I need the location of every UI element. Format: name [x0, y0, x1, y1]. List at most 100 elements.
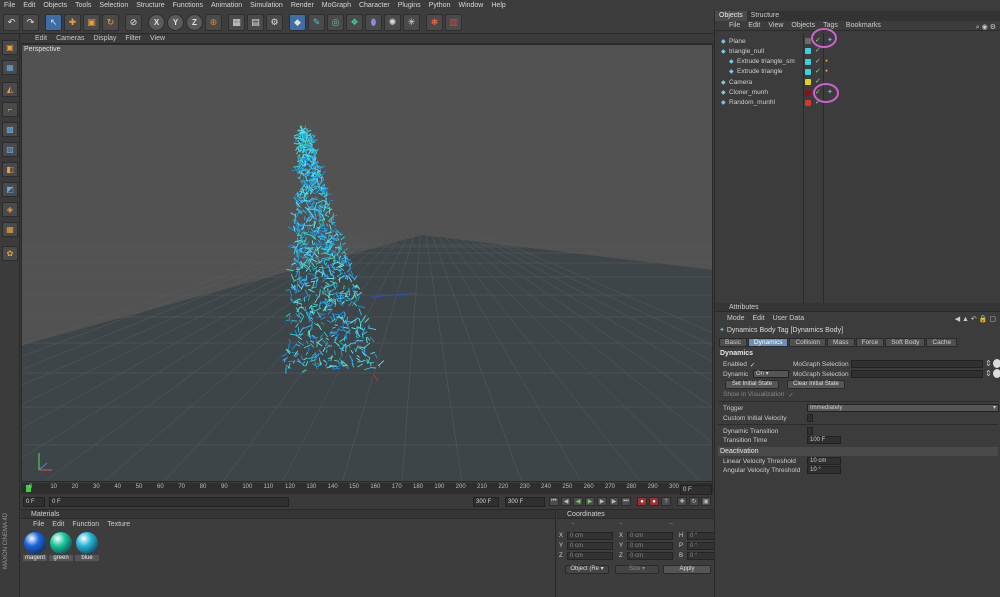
menu-animation[interactable]: Animation: [211, 2, 242, 9]
object-layer-color[interactable]: [805, 89, 811, 96]
menu-objects[interactable]: Objects: [43, 2, 67, 9]
object-layer-color[interactable]: [805, 68, 811, 75]
object-search-icon[interactable]: ⌕ ◉ ⚙: [976, 23, 996, 32]
materials-menu-file[interactable]: File: [33, 521, 44, 528]
custom-velocity-checkbox[interactable]: [807, 414, 813, 422]
current-frame-field[interactable]: 0 F: [680, 485, 712, 495]
menu-window[interactable]: Window: [458, 2, 483, 9]
menu-plugins[interactable]: Plugins: [398, 2, 421, 9]
prev-frame-icon[interactable]: ◀: [573, 497, 583, 506]
apply-button[interactable]: Apply: [663, 565, 711, 574]
menu-character[interactable]: Character: [359, 2, 390, 9]
viewport-menu-view[interactable]: View: [150, 35, 165, 42]
enabled-checkbox[interactable]: ✓: [750, 361, 755, 369]
menu-tools[interactable]: Tools: [75, 2, 91, 9]
show-visualization-checkbox[interactable]: ✓: [788, 391, 793, 399]
object-row[interactable]: ◆ Random_munhl ✓: [715, 98, 1000, 108]
texture-mode-icon[interactable]: ◭: [2, 82, 18, 97]
live-select-icon[interactable]: ⊘: [125, 13, 142, 31]
viewport-menu-display[interactable]: Display: [93, 35, 116, 42]
object-layer-color[interactable]: [805, 58, 811, 65]
record-icon[interactable]: ●: [637, 497, 647, 506]
make-editable-icon[interactable]: ▣: [2, 40, 18, 55]
min-frame-field[interactable]: 0 F: [49, 497, 289, 507]
material-swatch[interactable]: blue: [75, 532, 99, 561]
z-axis-icon[interactable]: Z: [186, 13, 203, 31]
material-swatch[interactable]: magent: [23, 532, 47, 561]
coord-value-field[interactable]: 0 cm: [567, 542, 613, 550]
mograph-selection-pick-icon[interactable]: [993, 359, 1000, 368]
attr-tab-collision[interactable]: Collision: [789, 338, 827, 347]
object-layer-color[interactable]: [805, 99, 811, 106]
next-key-icon[interactable]: ▶: [609, 497, 619, 506]
rot-key-icon[interactable]: ↻: [689, 497, 699, 506]
select-icon[interactable]: ↖: [45, 13, 62, 31]
cube-icon[interactable]: ◆: [289, 13, 306, 31]
coord-value-field[interactable]: 0 cm: [627, 542, 673, 550]
keyframe-sel-icon[interactable]: ?: [661, 497, 671, 506]
viewport-menu-edit[interactable]: Edit: [35, 35, 47, 42]
light-icon[interactable]: ✳: [403, 13, 420, 31]
array-icon[interactable]: ❖: [346, 13, 363, 31]
object-menu-bookmarks[interactable]: Bookmarks: [846, 22, 881, 29]
mograph-selection-arrow-icon[interactable]: ⇕: [985, 359, 992, 368]
coord-value-field[interactable]: 0 cm: [567, 532, 613, 540]
clear-initial-state-button[interactable]: Clear Initial State: [787, 380, 845, 389]
camera-icon[interactable]: ✱: [426, 13, 443, 31]
redo-icon[interactable]: ↷: [22, 13, 39, 31]
attr-tab-cache[interactable]: Cache: [926, 338, 958, 347]
scale-icon[interactable]: ▣: [83, 13, 100, 31]
attr-tab-basic[interactable]: Basic: [719, 338, 747, 347]
materials-menu-edit[interactable]: Edit: [52, 521, 64, 528]
transition-time-field[interactable]: 100 F: [807, 436, 841, 444]
object-row[interactable]: ◆ triangle_null ✓: [715, 46, 1000, 56]
materials-menu-function[interactable]: Function: [72, 521, 99, 528]
menu-mograph[interactable]: MoGraph: [322, 2, 351, 9]
attr-tab-force[interactable]: Force: [855, 338, 885, 347]
object-enabled-check-icon[interactable]: ✓: [815, 57, 821, 65]
dynamic-select[interactable]: On ▾: [753, 370, 789, 378]
menu-python[interactable]: Python: [429, 2, 451, 9]
attributes-menu-edit[interactable]: Edit: [753, 315, 765, 322]
object-menu-view[interactable]: View: [768, 22, 783, 29]
coord-value-field[interactable]: 0 cm: [627, 552, 673, 560]
menu-simulation[interactable]: Simulation: [250, 2, 283, 9]
object-menu-objects[interactable]: Objects: [791, 22, 815, 29]
python-icon[interactable]: ▥: [445, 13, 462, 31]
object-layer-color[interactable]: [805, 79, 811, 86]
spline-icon[interactable]: ✎: [308, 13, 325, 31]
object-menu-file[interactable]: File: [729, 22, 740, 29]
deformer-icon[interactable]: ⬮: [365, 13, 382, 31]
viewport-menu-filter[interactable]: Filter: [125, 35, 141, 42]
scene-icon[interactable]: ✺: [384, 13, 401, 31]
mograph-selection-pick-icon-2[interactable]: [993, 369, 1000, 378]
attr-tab-soft-body[interactable]: Soft Body: [885, 338, 926, 347]
world-coord-icon[interactable]: ⊕: [205, 13, 222, 31]
object-row[interactable]: ◆ Extrude triangle ✓ ●: [715, 67, 1000, 77]
set-initial-state-button[interactable]: Set Initial State: [725, 380, 779, 389]
points-mode-icon[interactable]: ▩: [2, 122, 18, 137]
menu-file[interactable]: File: [4, 2, 15, 9]
coord-mode-select[interactable]: Object (Re ▾: [565, 565, 609, 574]
material-tag-icon[interactable]: ●: [825, 58, 832, 65]
autokey-icon[interactable]: ●: [649, 497, 659, 506]
scale-key-icon[interactable]: ▣: [701, 497, 711, 506]
menu-help[interactable]: Help: [491, 2, 505, 9]
coord-size-select[interactable]: Size ▾: [615, 565, 659, 574]
render-picture-icon[interactable]: ▤: [247, 13, 264, 31]
tab-objects[interactable]: Objects: [715, 11, 747, 21]
trigger-select[interactable]: Immediately ▾: [807, 404, 999, 412]
linear-threshold-field[interactable]: 10 cm: [807, 457, 841, 465]
material-swatch[interactable]: green: [49, 532, 73, 561]
go-end-icon[interactable]: ⏭: [621, 497, 631, 506]
object-menu-edit[interactable]: Edit: [748, 22, 760, 29]
y-axis-icon[interactable]: Y: [167, 13, 184, 31]
menu-edit[interactable]: Edit: [23, 2, 35, 9]
pos-key-icon[interactable]: ✚: [677, 497, 687, 506]
render-view-icon[interactable]: ▦: [228, 13, 245, 31]
viewport-menu-cameras[interactable]: Cameras: [56, 35, 84, 42]
end-frame-field[interactable]: 300 F: [473, 497, 499, 507]
undo-icon[interactable]: ↶: [3, 13, 20, 31]
attributes-menu-user-data[interactable]: User Data: [773, 315, 805, 322]
attr-tab-mass[interactable]: Mass: [827, 338, 855, 347]
